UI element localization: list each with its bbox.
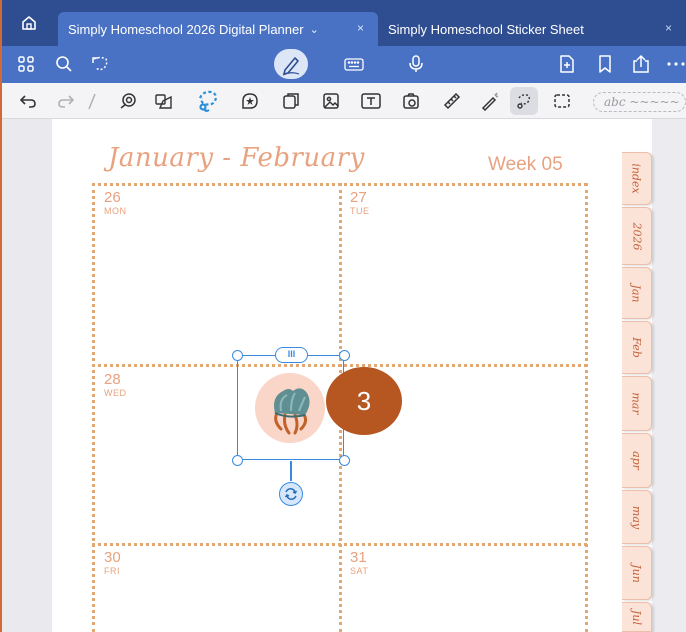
resize-handle-bottom-left[interactable]	[232, 455, 243, 466]
tab-bar: Simply Homeschool 2026 Digital Planner ⌄…	[0, 0, 686, 46]
canvas-margin	[652, 119, 686, 632]
day-number: 27	[350, 189, 367, 206]
add-page-icon[interactable]	[557, 54, 577, 74]
tab-label: Simply Homeschool 2026 Digital Planner	[68, 21, 304, 37]
pen-mode-button[interactable]	[274, 49, 308, 79]
search-icon[interactable]	[54, 54, 74, 74]
day-name: FRI	[104, 566, 120, 576]
day-name: WED	[104, 388, 127, 398]
rotate-stem	[290, 461, 292, 481]
resize-handle-top-right[interactable]	[339, 350, 350, 361]
camera-icon[interactable]	[402, 91, 422, 111]
tab-sticker-sheet[interactable]: Simply Homeschool Sticker Sheet ×	[380, 12, 686, 46]
app-window: Simply Homeschool 2026 Digital Planner ⌄…	[0, 0, 686, 632]
resize-handle-top-left[interactable]	[232, 350, 243, 361]
side-tab-mar[interactable]: mar	[622, 376, 652, 431]
page-title: January - February	[108, 143, 365, 173]
rotate-icon	[284, 488, 298, 500]
ruler-icon[interactable]	[442, 91, 462, 111]
close-tab-icon[interactable]: ×	[357, 21, 364, 35]
redo-icon[interactable]	[56, 91, 76, 111]
side-tab-jul[interactable]: Jul	[622, 602, 652, 632]
side-tab-label: may	[629, 505, 643, 529]
text-box-icon[interactable]	[360, 91, 382, 111]
side-tab-label: Jul	[629, 609, 643, 625]
text-style-pill[interactable]: abc ~~~~~	[593, 92, 686, 112]
side-tab-label: index	[630, 163, 644, 194]
week-label: Week 05	[488, 154, 563, 175]
grid-line-right	[585, 183, 588, 632]
microphone-icon[interactable]	[406, 54, 426, 74]
step-number-badge: 3	[326, 367, 402, 435]
move-grip-handle[interactable]: III	[275, 347, 308, 363]
side-tab-label: mar	[630, 392, 643, 415]
rotate-button[interactable]	[279, 482, 303, 506]
side-tab-label: apr	[629, 451, 643, 470]
pen-tool-icon[interactable]	[86, 91, 98, 111]
keyboard-icon[interactable]	[343, 54, 365, 74]
element-icon[interactable]	[281, 91, 301, 111]
shapes-icon[interactable]	[154, 91, 174, 111]
document-toolbar	[0, 46, 686, 83]
day-number: 26	[104, 189, 121, 206]
side-tab-label: Jan	[630, 283, 643, 303]
resize-handle-bottom-right[interactable]	[339, 455, 350, 466]
laser-pointer-icon[interactable]	[480, 91, 500, 112]
tools-bar: abc ~~~~~	[0, 83, 686, 119]
lasso-tool-icon[interactable]	[195, 88, 221, 114]
home-icon[interactable]	[20, 14, 38, 32]
day-name: SAT	[350, 566, 369, 576]
tab-label: Simply Homeschool Sticker Sheet	[388, 21, 584, 37]
side-tab-2026[interactable]: 2026	[622, 207, 652, 265]
undo-icon[interactable]	[18, 91, 38, 111]
close-tab-icon[interactable]: ×	[665, 21, 672, 35]
bookmark-icon[interactable]	[595, 54, 615, 74]
chevron-down-icon[interactable]: ⌄	[310, 23, 319, 36]
side-tab-jun[interactable]: Jun	[622, 546, 652, 600]
pen-icon	[282, 57, 300, 76]
day-number: 28	[104, 371, 121, 388]
grid-line-left	[92, 183, 95, 632]
image-icon[interactable]	[321, 91, 341, 111]
grid-icon[interactable]	[16, 54, 36, 74]
handwriting-lasso-icon[interactable]	[514, 91, 534, 111]
day-name: MON	[104, 206, 127, 216]
lasso-icon[interactable]	[90, 54, 110, 74]
day-number: 30	[104, 549, 121, 566]
side-tab-label: Feb	[630, 337, 643, 358]
side-tab-may[interactable]: may	[622, 490, 652, 544]
side-tab-jan[interactable]: Jan	[622, 267, 652, 319]
sticker-icon[interactable]	[240, 91, 260, 111]
side-tab-apr[interactable]: apr	[622, 433, 652, 488]
eraser-icon[interactable]	[118, 91, 138, 111]
side-tab-label: Jun	[630, 563, 643, 583]
side-tab-feb[interactable]: Feb	[622, 321, 652, 374]
side-tab-label: 2026	[630, 222, 643, 250]
selection-rect-icon[interactable]	[552, 91, 572, 111]
day-number: 31	[350, 549, 367, 566]
day-name: TUE	[350, 206, 370, 216]
tab-digital-planner[interactable]: Simply Homeschool 2026 Digital Planner ⌄…	[58, 12, 378, 46]
side-tab-index[interactable]: index	[622, 152, 652, 205]
share-icon[interactable]	[631, 54, 651, 74]
more-icon[interactable]	[666, 54, 686, 74]
